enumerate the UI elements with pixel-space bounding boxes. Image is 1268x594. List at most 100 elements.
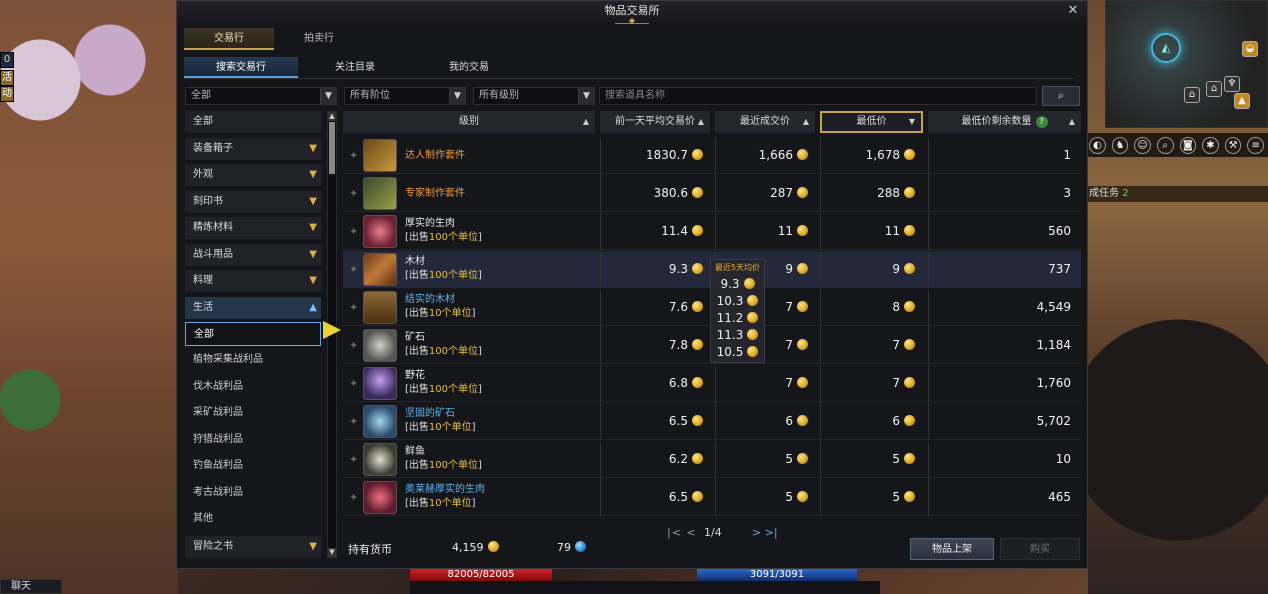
search-button[interactable]: ⌕: [1042, 86, 1080, 106]
pager-next-icons[interactable]: > >|: [752, 526, 778, 539]
category-all[interactable]: 全部: [185, 111, 321, 133]
category-select[interactable]: 全部 ▼: [185, 87, 337, 105]
pin-icon[interactable]: ✦: [349, 301, 358, 314]
tab-watchlist[interactable]: 关注目录: [298, 57, 412, 78]
avg-price: 7.6: [605, 289, 703, 326]
divider: [928, 479, 929, 516]
pin-icon[interactable]: ✦: [349, 453, 358, 466]
tab-search-market[interactable]: 搜索交易行: [184, 57, 298, 78]
buy-button[interactable]: 购买: [1000, 538, 1080, 560]
table-row[interactable]: ✦ 专家制作套件 380.6 287 288 3: [343, 175, 1081, 212]
subcategory-fishing[interactable]: 钓鱼战利品: [185, 454, 321, 478]
minimap-npc-icon[interactable]: ⌂: [1206, 81, 1222, 97]
minimap-npc-icon[interactable]: ⌂: [1184, 87, 1200, 103]
category-life[interactable]: 生活 ▲: [185, 297, 321, 319]
divider: [600, 289, 601, 326]
settings-icon[interactable]: ✱: [1202, 136, 1219, 154]
tier-select[interactable]: 所有阶位 ▼: [344, 87, 466, 105]
category-battle-items[interactable]: 战斗用品 ▼: [185, 244, 321, 266]
camera-icon[interactable]: ◙: [1179, 136, 1197, 154]
table-row[interactable]: ✦ 鲜鱼 [出售100个单位] 6.2 5 5 10: [343, 441, 1081, 478]
item-unit: [出售10个单位]: [405, 422, 476, 433]
gold-coin-icon: [904, 453, 915, 464]
help-icon[interactable]: ?: [1035, 116, 1048, 128]
col-header-grade[interactable]: 级别 ▲: [343, 111, 595, 133]
table-row[interactable]: ✦ 厚实的生肉 [出售100个单位] 11.4 11 11 560: [343, 213, 1081, 250]
pin-icon[interactable]: ✦: [349, 491, 358, 504]
scroll-down-icon[interactable]: ▼: [328, 548, 336, 557]
category-refine-material[interactable]: 精炼材料 ▼: [185, 217, 321, 239]
col-header-label: 最低价剩余数量: [961, 116, 1032, 127]
pin-icon[interactable]: ✦: [349, 415, 358, 428]
tab-my-trades[interactable]: 我的交易: [412, 57, 526, 78]
pin-icon[interactable]: ✦: [349, 377, 358, 390]
recent-price: 5: [720, 479, 808, 516]
minimap-npc-icon[interactable]: ♆: [1224, 76, 1240, 92]
pin-icon[interactable]: ✦: [349, 225, 358, 238]
subcategory-all[interactable]: 全部: [185, 322, 321, 346]
left-badge-event-2[interactable]: 动: [0, 86, 14, 102]
col-header-avg-price[interactable]: 前一天平均交易价 ▲: [600, 111, 710, 133]
item-unit: [出售100个单位]: [405, 384, 482, 395]
lowest-price: 11: [825, 213, 915, 250]
search-map-icon[interactable]: ⌕: [1156, 136, 1174, 154]
tool-icon[interactable]: ⚒: [1224, 136, 1242, 154]
table-row[interactable]: ✦ 奥莱赫厚实的生肉 [出售10个单位] 6.5 5 5 465: [343, 479, 1081, 516]
chat-button[interactable]: 聊天: [0, 579, 62, 594]
pin-icon[interactable]: ✦: [349, 187, 358, 200]
lowest-price: 7: [825, 327, 915, 364]
subcategory-hunting[interactable]: 狩猎战利品: [185, 428, 321, 452]
table-row[interactable]: ✦ 野花 [出售100个单位] 6.8 7 7 1,760: [343, 365, 1081, 402]
recent-price: 287: [720, 175, 808, 212]
subcategory-other[interactable]: 其他: [185, 507, 321, 531]
category-appearance[interactable]: 外观 ▼: [185, 164, 321, 186]
scroll-thumb[interactable]: [329, 122, 335, 174]
minimap-poi-icon[interactable]: ◒: [1242, 41, 1258, 57]
subcategory-archaeology[interactable]: 考古战利品: [185, 481, 321, 505]
recent-price: 5: [720, 441, 808, 478]
table-row[interactable]: ✦ 坚固的矿石 [出售10个单位] 6.5 6 6 5,702: [343, 403, 1081, 440]
minimap-quest-icon[interactable]: ▲: [1234, 93, 1250, 109]
tab-exchange[interactable]: 交易行: [184, 28, 274, 50]
search-input[interactable]: 搜索道具名称: [599, 87, 1037, 105]
tab-auction[interactable]: 拍卖行: [274, 28, 364, 50]
category-cooking[interactable]: 料理 ▼: [185, 270, 321, 292]
item-name: 奥莱赫厚实的生肉 [出售10个单位]: [405, 484, 485, 509]
close-icon[interactable]: ✕: [1065, 2, 1081, 20]
list-item-button[interactable]: 物品上架: [910, 538, 994, 560]
category-adventure-book[interactable]: 冒险之书 ▼: [185, 536, 321, 558]
menu-icon[interactable]: ≡: [1247, 136, 1264, 154]
pager-prev-icons[interactable]: |< <: [667, 526, 697, 539]
col-header-remaining[interactable]: 最低价剩余数量? ▲: [928, 111, 1081, 133]
grade-select[interactable]: 所有级别 ▼: [473, 87, 595, 105]
pin-icon[interactable]: ✦: [349, 339, 358, 352]
window-titlebar[interactable]: 物品交易所 ◆ ✕: [177, 1, 1087, 25]
gold-coin-icon: [904, 187, 915, 198]
minimap[interactable]: ◭ ◒ ⌂ ⌂ ♆ ▲: [1105, 0, 1268, 128]
tooltip-value: 11.3: [711, 327, 764, 344]
pin-icon[interactable]: ✦: [349, 149, 358, 162]
gold-coin-icon: [692, 225, 703, 236]
col-header-recent-price[interactable]: 最近成交价 ▲: [715, 111, 815, 133]
subcategory-mining[interactable]: 采矿战利品: [185, 401, 321, 425]
table-row[interactable]: ✦ 达人制作套件 1830.7 1,666 1,678 1: [343, 137, 1081, 174]
item-name: 矿石 [出售100个单位]: [405, 332, 482, 357]
category-equipment-box[interactable]: 装备箱子 ▼: [185, 138, 321, 160]
scroll-up-icon[interactable]: ▲: [328, 112, 336, 121]
compass-icon[interactable]: ◐: [1089, 136, 1106, 154]
left-badge-count[interactable]: 0: [0, 52, 14, 68]
left-badge-event-1[interactable]: 活: [0, 70, 14, 86]
subcategory-logging[interactable]: 伐木战利品: [185, 375, 321, 399]
avg-price: 6.8: [605, 365, 703, 402]
gold-coin-icon: [797, 301, 808, 312]
col-header-lowest-price[interactable]: 最低价 ▼: [820, 111, 923, 133]
mount-icon[interactable]: ♞: [1111, 136, 1129, 154]
category-label: 外观: [193, 169, 213, 180]
subcategory-plant[interactable]: 植物采集战利品: [185, 348, 321, 372]
item-name: 坚固的矿石 [出售10个单位]: [405, 408, 476, 433]
quest-tracker[interactable]: 成任务 2: [1085, 186, 1268, 202]
party-icon[interactable]: ☺: [1134, 136, 1151, 154]
category-engraving[interactable]: 刻印书 ▼: [185, 191, 321, 213]
pin-icon[interactable]: ✦: [349, 263, 358, 276]
ore-icon: [363, 329, 397, 362]
